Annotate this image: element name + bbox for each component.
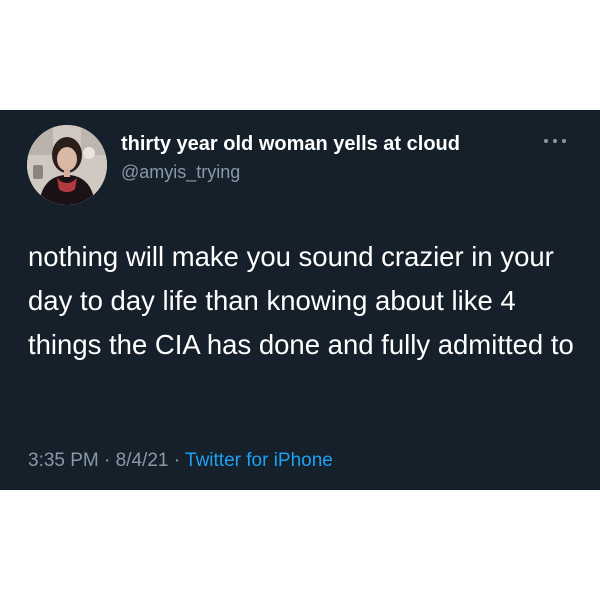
tweet-source-link[interactable]: Twitter for iPhone [185,450,333,471]
avatar[interactable] [27,125,107,205]
tweet-date[interactable]: 8/4/21 [116,450,169,471]
tweet-time: 3:35 PM [28,450,99,471]
more-horizontal-icon[interactable] [540,134,570,148]
author-display-name[interactable]: thirty year old woman yells at cloud [121,133,460,156]
meta-separator: · [173,450,181,471]
tweet-metadata: 3:35 PM · 8/4/21 · Twitter for iPhone [28,450,333,472]
meta-separator: · [104,450,111,471]
tweet-text: nothing will make you sound crazier in y… [28,241,574,360]
author-handle[interactable]: @amyis_trying [121,162,240,183]
tweet-card: thirty year old woman yells at cloud @am… [0,110,600,490]
avatar-image [27,125,107,205]
